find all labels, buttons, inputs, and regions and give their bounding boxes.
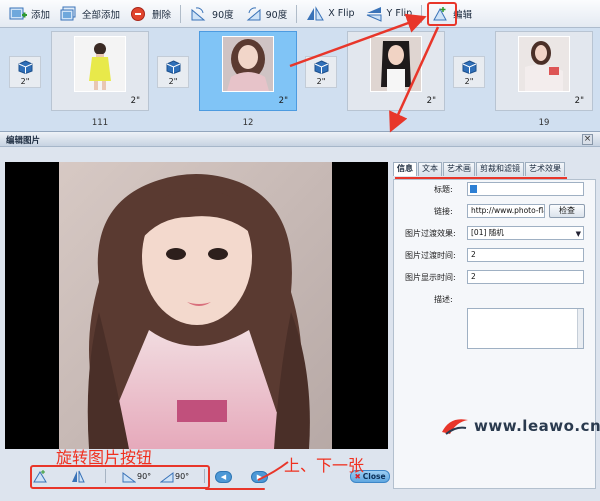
flip-vertical-icon bbox=[365, 6, 383, 22]
tab-art-effects[interactable]: 艺术效果 bbox=[525, 162, 565, 176]
info-tabs: 信息 文本 艺术画 剪裁和滤镜 艺术效果 bbox=[393, 162, 596, 176]
photo-thumbnail bbox=[370, 36, 422, 92]
preview-photo bbox=[59, 162, 332, 449]
photo-frame[interactable]: 2" 19 bbox=[495, 31, 593, 128]
rotate-cw-button[interactable]: 90度 bbox=[239, 3, 293, 25]
transition-cube-icon bbox=[314, 60, 329, 75]
transition-duration: 2" bbox=[316, 77, 326, 86]
watermark-text: www.leawo.cn bbox=[474, 417, 600, 435]
rotate-ccw-label: 90度 bbox=[212, 9, 234, 21]
tab-art[interactable]: 艺术画 bbox=[443, 162, 475, 176]
y-flip-label: Y Flip bbox=[386, 8, 413, 19]
add-button-label: 添加 bbox=[31, 9, 51, 21]
transition-slot[interactable]: 2" bbox=[9, 56, 41, 88]
next-arrow-icon: ▶ bbox=[256, 473, 263, 481]
toolbar-divider bbox=[296, 4, 298, 23]
x-flip-button[interactable]: X Flip bbox=[301, 3, 359, 25]
photo-filmstrip: 2" 2" 2" 2" 2" 111 2" 12 2" 2" 19 bbox=[0, 28, 600, 132]
transition-slot[interactable]: 2" bbox=[157, 56, 189, 88]
frame-duration: 2" bbox=[426, 96, 436, 106]
display-time-label: 图片显示时间: bbox=[405, 273, 456, 282]
toolbar-divider bbox=[180, 4, 182, 23]
link-value: http://www.photo-flash- bbox=[471, 206, 544, 215]
photo-thumbnail bbox=[222, 36, 274, 92]
add-button[interactable]: 添加 bbox=[4, 3, 55, 25]
dialog-close-icon[interactable]: × bbox=[582, 134, 593, 145]
transition-time-value: 2 bbox=[471, 250, 476, 259]
rotate-left-icon bbox=[190, 6, 208, 22]
rotate-cw-label: 90度 bbox=[265, 9, 288, 21]
transition-slot[interactable]: 2" bbox=[305, 56, 337, 88]
frame-index: 111 bbox=[91, 118, 109, 128]
add-all-icon bbox=[60, 6, 78, 22]
description-label: 描述: bbox=[434, 295, 453, 304]
main-toolbar: 添加 全部添加 删除 90度 90度 X Flip Y Flip 编辑 bbox=[0, 0, 600, 28]
edit-icon bbox=[431, 6, 449, 22]
next-button[interactable]: ▶ bbox=[251, 471, 268, 483]
info-panel: 信息 文本 艺术画 剪裁和滤镜 艺术效果 标题: 链接: http://www.… bbox=[393, 162, 596, 489]
dialog-title: 编辑图片 bbox=[6, 136, 41, 146]
photo-frame-selected[interactable]: 2" 12 bbox=[199, 31, 297, 128]
check-link-button[interactable]: 检查 bbox=[549, 204, 585, 218]
leawo-logo-icon bbox=[442, 419, 468, 435]
transition-duration: 2" bbox=[168, 77, 178, 86]
edit-button-label: 编辑 bbox=[453, 9, 473, 21]
photo-thumbnail bbox=[518, 36, 570, 92]
info-form: 标题: 链接: http://www.photo-flash- 检查 图片过渡效… bbox=[393, 179, 596, 489]
x-flip-label: X Flip bbox=[328, 8, 355, 19]
annotation-prev-next: 上、下一张 bbox=[284, 456, 365, 475]
add-photo-icon bbox=[9, 6, 27, 22]
description-textarea[interactable] bbox=[467, 308, 584, 349]
frame-duration: 2" bbox=[278, 96, 288, 106]
transition-time-label: 图片过渡时间: bbox=[405, 251, 456, 260]
photo-preview bbox=[5, 162, 388, 449]
frame-duration: 2" bbox=[574, 96, 584, 106]
previous-arrow-icon: ◀ bbox=[220, 473, 227, 481]
title-field[interactable] bbox=[467, 182, 584, 196]
display-time-field[interactable]: 2 bbox=[467, 270, 584, 284]
transition-cube-icon bbox=[462, 60, 477, 75]
transition-slot[interactable]: 2" bbox=[453, 56, 485, 88]
previous-button[interactable]: ◀ bbox=[215, 471, 232, 483]
dropdown-arrow-icon: ▼ bbox=[575, 230, 581, 238]
title-label: 标题: bbox=[434, 185, 453, 194]
frame-duration: 2" bbox=[130, 96, 140, 106]
photo-thumbnail bbox=[74, 36, 126, 92]
delete-icon bbox=[130, 6, 148, 22]
y-flip-button[interactable]: Y Flip bbox=[360, 3, 418, 25]
rotate-ccw-button[interactable]: 90度 bbox=[185, 3, 239, 25]
add-all-button[interactable]: 全部添加 bbox=[55, 3, 125, 25]
transition-effect-label: 图片过渡效果: bbox=[405, 229, 456, 238]
transition-cube-icon bbox=[18, 60, 33, 75]
transition-effect-value: [01] 随机 bbox=[471, 228, 504, 237]
photo-frame[interactable]: 2" 111 bbox=[51, 31, 149, 128]
delete-button-label: 删除 bbox=[152, 9, 172, 21]
annotation-prev-next-underline bbox=[205, 488, 265, 490]
transition-duration: 2" bbox=[464, 77, 474, 86]
delete-button[interactable]: 删除 bbox=[125, 3, 176, 25]
tab-crop-filter[interactable]: 剪裁和滤镜 bbox=[476, 162, 524, 176]
flip-horizontal-icon bbox=[306, 5, 325, 22]
link-label: 链接: bbox=[434, 207, 453, 216]
tab-text[interactable]: 文本 bbox=[418, 162, 442, 176]
transition-effect-select[interactable]: [01] 随机 ▼ bbox=[467, 226, 584, 240]
display-time-value: 2 bbox=[471, 272, 476, 281]
toolbar-divider bbox=[421, 4, 423, 23]
close-button-label: Close bbox=[362, 472, 386, 481]
frame-index: 12 bbox=[242, 118, 254, 128]
link-field[interactable]: http://www.photo-flash- bbox=[467, 204, 545, 218]
rotate-right-icon bbox=[244, 6, 262, 22]
description-scrollbar[interactable] bbox=[577, 309, 583, 348]
transition-cube-icon bbox=[166, 60, 181, 75]
add-all-button-label: 全部添加 bbox=[82, 9, 121, 21]
frame-index: 19 bbox=[538, 118, 550, 128]
photo-frame[interactable]: 2" bbox=[347, 31, 445, 111]
dialog-titlebar: 编辑图片 × bbox=[0, 132, 600, 147]
transition-time-field[interactable]: 2 bbox=[467, 248, 584, 262]
text-cursor bbox=[470, 185, 477, 193]
edit-button[interactable]: 编辑 bbox=[426, 3, 477, 25]
annotation-rotate-box bbox=[30, 465, 210, 489]
transition-duration: 2" bbox=[20, 77, 30, 86]
tab-info[interactable]: 信息 bbox=[393, 162, 417, 176]
